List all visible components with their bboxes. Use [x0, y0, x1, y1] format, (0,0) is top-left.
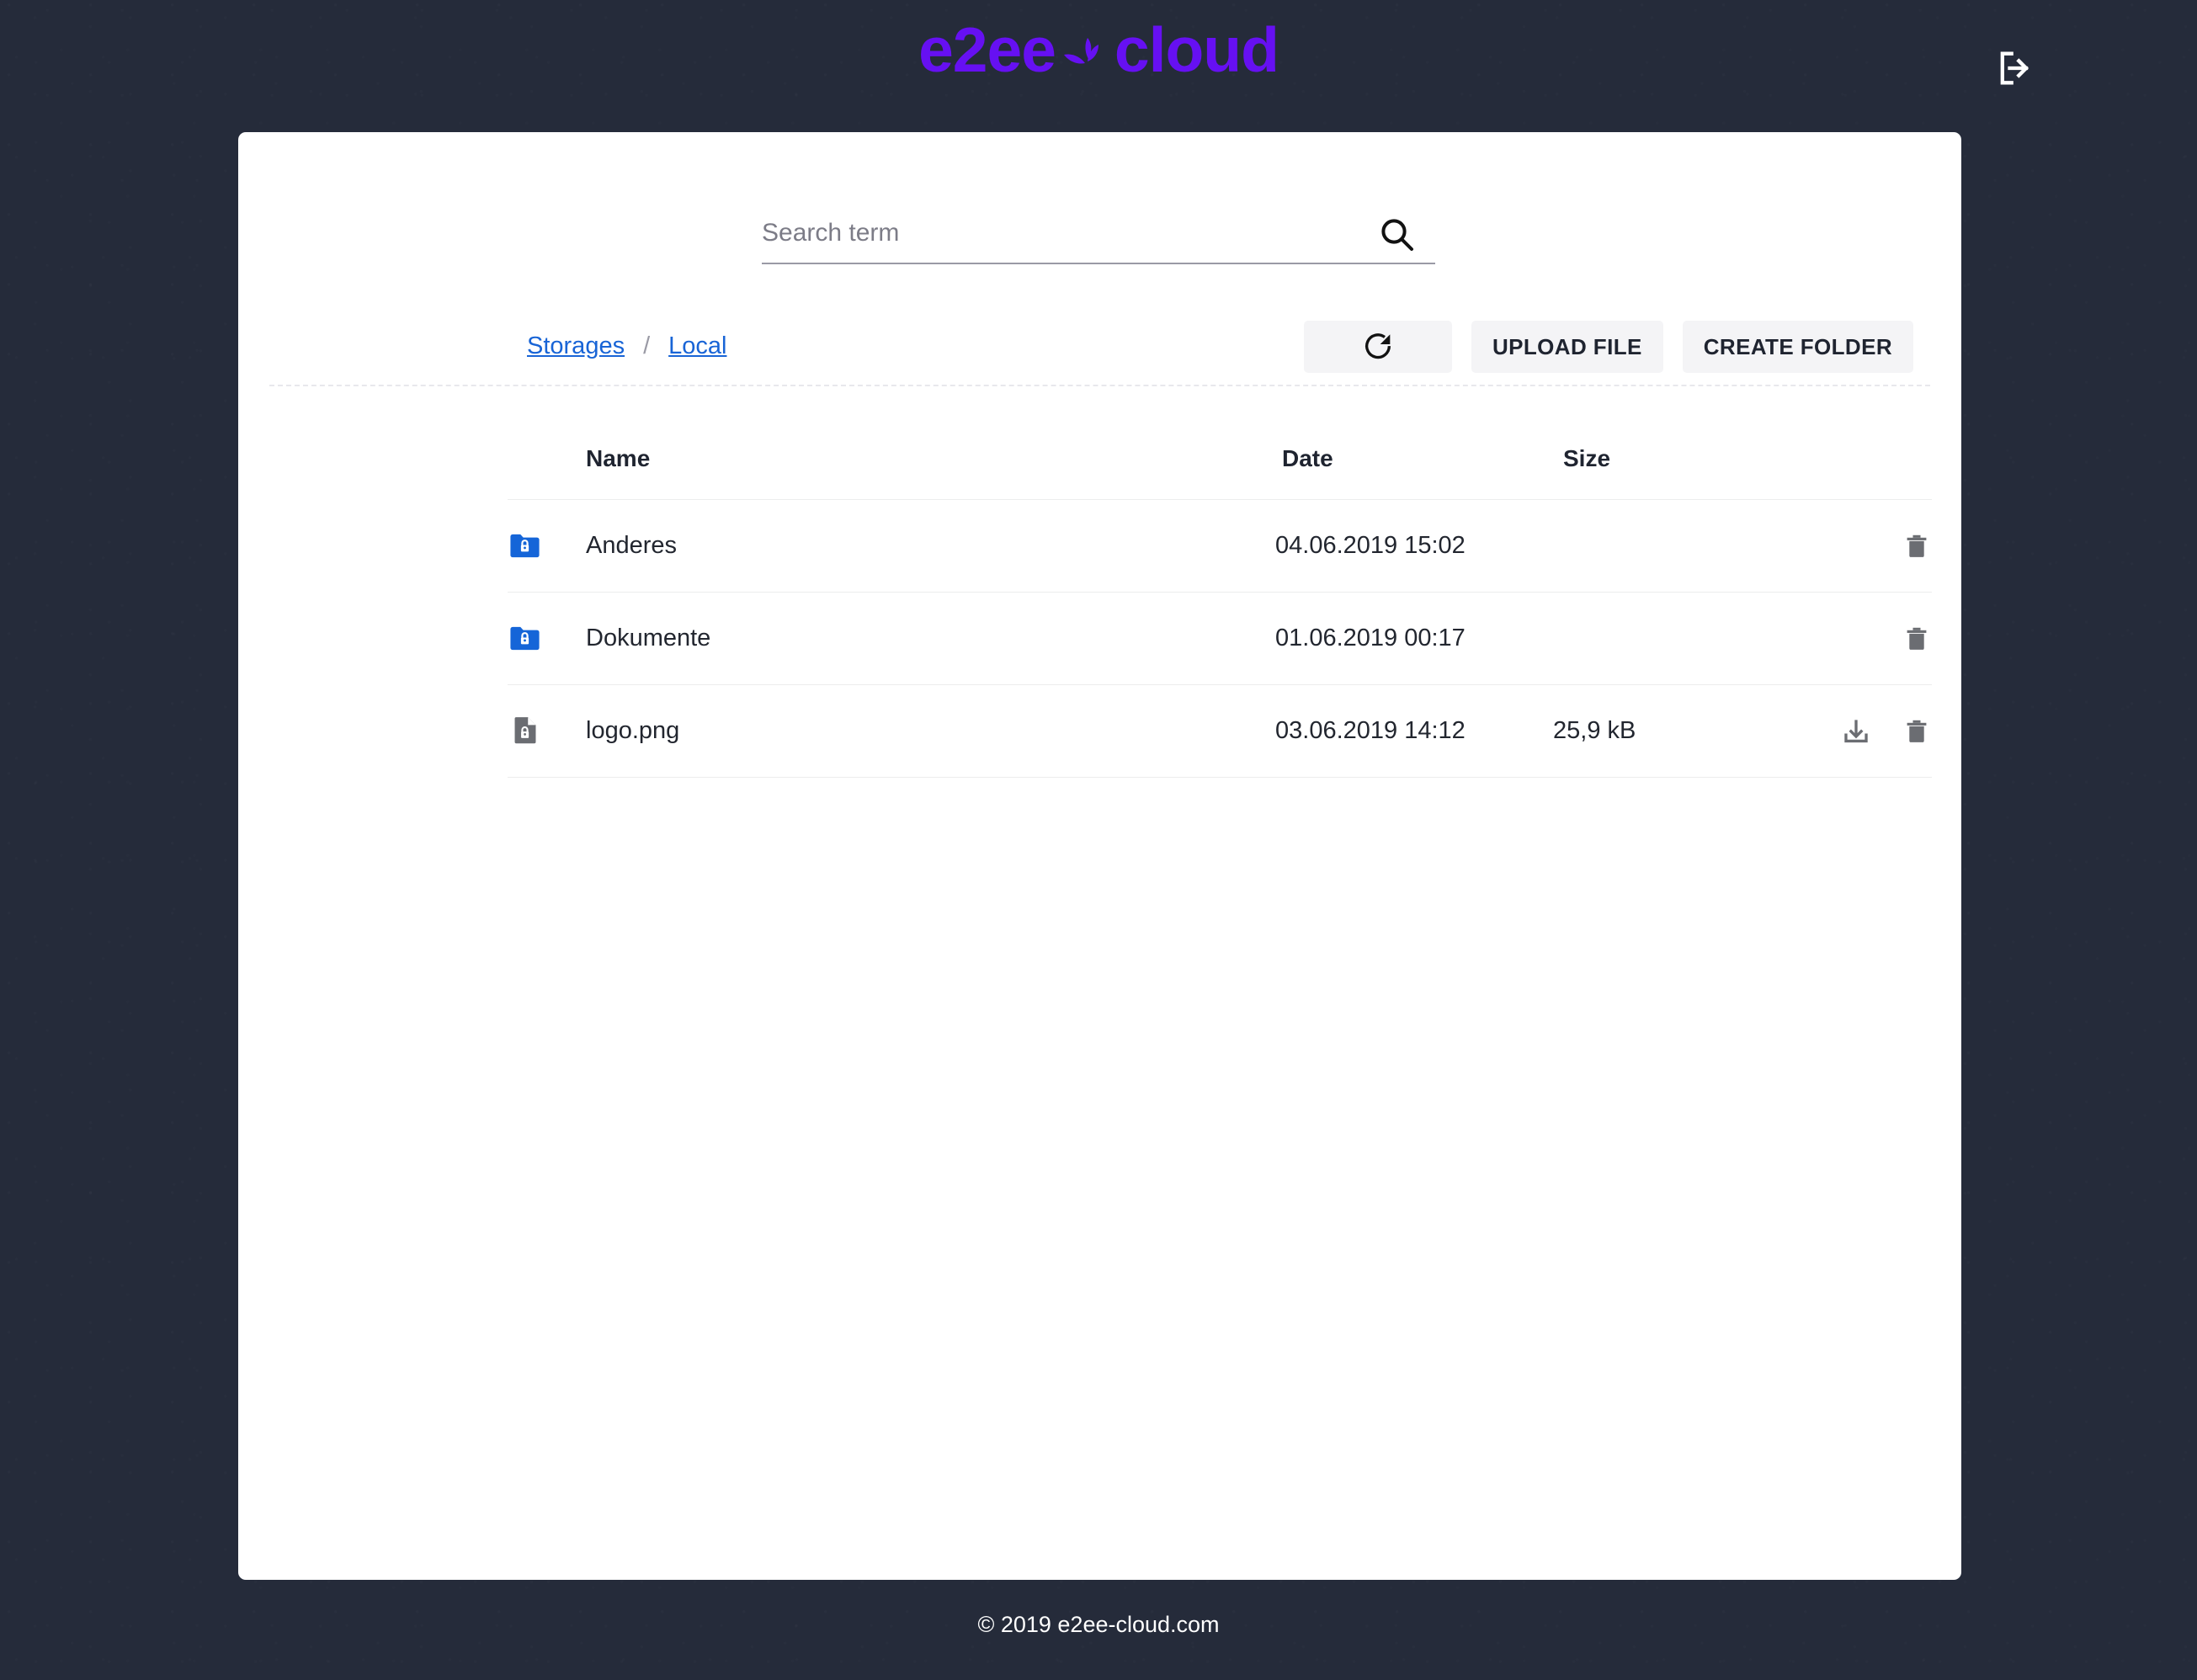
- row-actions: [1763, 624, 1932, 654]
- file-name: logo.png: [586, 717, 680, 744]
- logo-text-part1: e2ee: [918, 14, 1056, 85]
- file-size: 25,9 kB: [1553, 717, 1636, 744]
- table-header-row: Name Date Size: [508, 418, 1932, 500]
- search-button[interactable]: [1376, 214, 1417, 254]
- toolbar: Storages / Local UPLOAD FILE CREATE FOLDER: [269, 314, 1930, 386]
- toolbar-actions: UPLOAD FILE CREATE FOLDER: [1303, 321, 1913, 373]
- table-header-date: Date: [1282, 445, 1333, 471]
- trash-icon: [1907, 720, 1927, 742]
- logo-text-part2: cloud: [1114, 14, 1279, 85]
- row-actions: [1763, 531, 1932, 561]
- refresh-button[interactable]: [1303, 321, 1452, 373]
- delete-button[interactable]: [1902, 531, 1932, 561]
- search-field-container: [762, 205, 1435, 264]
- locked-folder-icon: [508, 529, 558, 563]
- table-row[interactable]: logo.png 03.06.2019 14:12 25,9 kB: [508, 685, 1932, 778]
- search-icon: [1381, 219, 1413, 251]
- trash-icon: [1907, 627, 1927, 650]
- trash-icon: [1907, 534, 1927, 557]
- table-row[interactable]: Anderes 04.06.2019 15:02: [508, 500, 1932, 593]
- locked-file-icon: [508, 714, 558, 748]
- logout-button[interactable]: [1993, 46, 2037, 90]
- breadcrumb-separator: /: [643, 332, 651, 359]
- delete-button[interactable]: [1902, 624, 1932, 654]
- app-header: e2ee cloud: [0, 0, 2197, 132]
- create-folder-button[interactable]: CREATE FOLDER: [1682, 321, 1913, 373]
- breadcrumb-item-storages[interactable]: Storages: [527, 332, 625, 359]
- main-panel: Storages / Local UPLOAD FILE CREATE FOLDER…: [238, 132, 1961, 1580]
- file-date: 03.06.2019 14:12: [1275, 717, 1466, 744]
- file-name: Dokumente: [586, 625, 711, 651]
- refresh-icon: [1364, 333, 1391, 359]
- file-date: 01.06.2019 00:17: [1275, 625, 1466, 651]
- table-row[interactable]: Dokumente 01.06.2019 00:17: [508, 593, 1932, 685]
- breadcrumb-item-local[interactable]: Local: [668, 332, 726, 359]
- breadcrumb: Storages / Local: [527, 332, 726, 360]
- footer-copyright: © 2019 e2ee-cloud.com: [977, 1612, 1220, 1637]
- upload-file-button[interactable]: UPLOAD FILE: [1471, 321, 1663, 373]
- file-table: Name Date Size Anderes 04.06.2019 15:02: [508, 418, 1932, 778]
- file-date: 04.06.2019 15:02: [1275, 532, 1466, 559]
- app-logo: e2ee cloud: [0, 19, 2197, 87]
- leaf-icon: [1059, 24, 1111, 87]
- delete-button[interactable]: [1902, 716, 1932, 747]
- search-input[interactable]: [762, 205, 1351, 261]
- logout-icon: [2000, 51, 2029, 85]
- download-icon: [1844, 719, 1868, 742]
- table-header-size: Size: [1563, 445, 1611, 471]
- locked-folder-icon: [508, 621, 558, 656]
- file-name: Anderes: [586, 532, 678, 559]
- download-button[interactable]: [1840, 715, 1872, 747]
- row-actions: [1763, 715, 1932, 747]
- table-header-name: Name: [586, 445, 651, 471]
